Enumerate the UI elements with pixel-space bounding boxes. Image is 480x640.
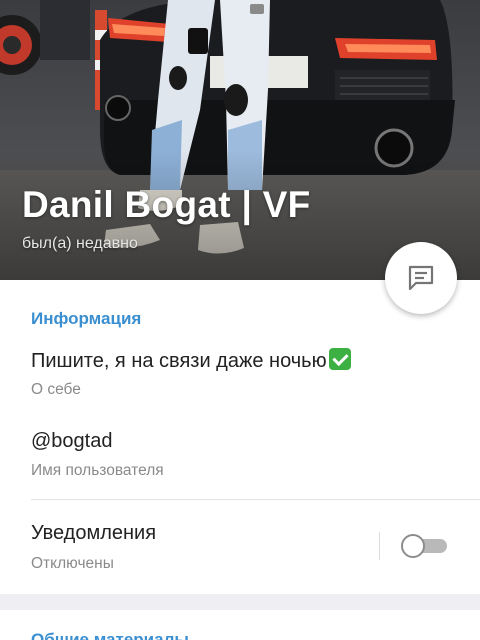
bio-text: Пишите, я на связи даже ночью (31, 350, 327, 372)
shared-media-title[interactable]: Общие материалы (31, 630, 189, 640)
info-section-title: Информация (31, 309, 142, 328)
notifications-toggle[interactable] (401, 534, 449, 558)
shared-media-card: Общие материалы (0, 610, 480, 640)
divider (31, 499, 480, 500)
check-mark-emoji-icon (328, 348, 351, 370)
notifications-label[interactable]: Уведомления (31, 522, 156, 545)
vertical-separator (379, 532, 380, 560)
profile-name: Danil Bogat | VF (22, 184, 311, 225)
profile-header-photo[interactable]: Danil Bogat | VF был(а) недавно (0, 0, 480, 280)
bio-caption: О себе (31, 381, 81, 398)
send-message-button[interactable] (385, 242, 457, 314)
message-icon (408, 265, 434, 291)
username-value[interactable]: @bogtad (31, 430, 112, 453)
bio-row[interactable]: Пишите, я на связи даже ночью (31, 348, 351, 373)
info-card: Информация Пишите, я на связи даже ночью… (0, 280, 480, 594)
username-caption: Имя пользователя (31, 462, 164, 479)
toggle-knob (401, 534, 425, 558)
notifications-state: Отключены (31, 555, 114, 572)
profile-last-seen: был(а) недавно (22, 235, 138, 252)
